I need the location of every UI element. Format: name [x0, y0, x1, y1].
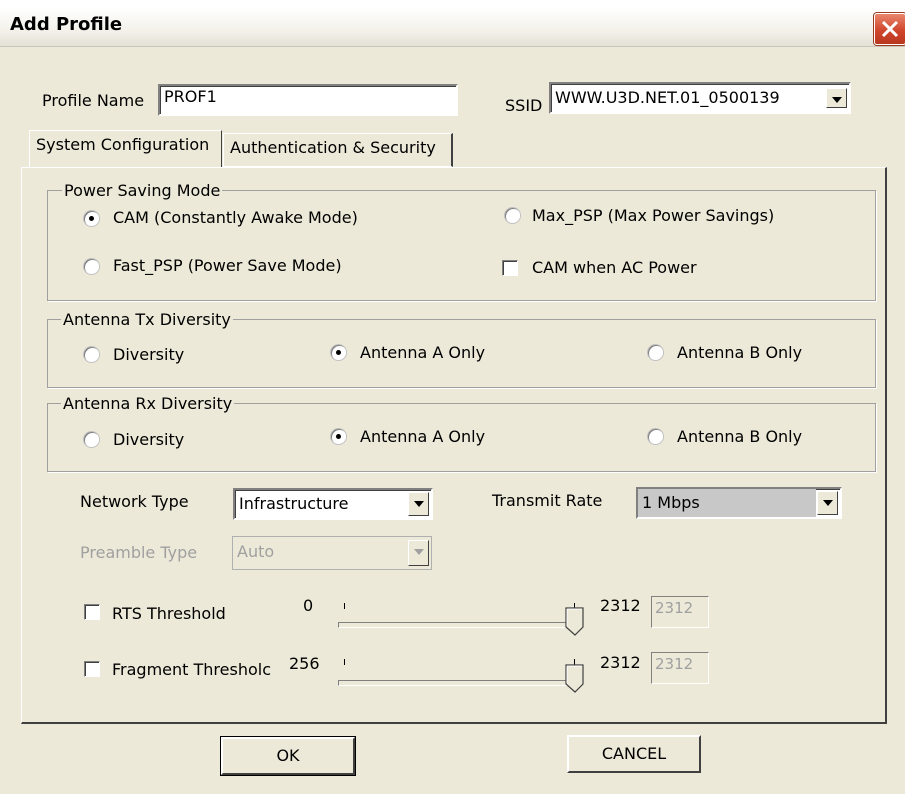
cancel-button[interactable]: CANCEL — [567, 735, 701, 773]
rx-diversity-legend: Antenna Rx Diversity — [61, 394, 235, 413]
cam-ac-power-label: CAM when AC Power — [532, 258, 697, 277]
rx-radio-diversity[interactable] — [84, 432, 99, 447]
fragment-threshold-label: Fragment Thresholc — [112, 660, 271, 679]
rts-max-label: 2312 — [600, 596, 641, 615]
fragment-threshold-checkbox[interactable] — [84, 661, 100, 677]
tx-antenna-a-label: Antenna A Only — [360, 343, 486, 362]
rts-threshold-checkbox[interactable] — [84, 604, 100, 620]
rts-value-field: 2312 — [651, 596, 709, 628]
close-button[interactable] — [874, 13, 905, 45]
radio-cam-label: CAM (Constantly Awake Mode) — [113, 208, 358, 227]
close-icon — [881, 20, 899, 38]
power-saving-legend: Power Saving Mode — [62, 181, 223, 200]
tab-authentication-security[interactable]: Authentication & Security — [223, 133, 453, 167]
tx-radio-diversity[interactable] — [84, 347, 99, 362]
transmit-rate-value: 1 Mbps — [642, 493, 700, 512]
rts-threshold-label: RTS Threshold — [112, 604, 226, 623]
profile-name-label: Profile Name — [42, 91, 145, 110]
fragment-max-label: 2312 — [600, 653, 641, 672]
network-type-value: Infrastructure — [239, 494, 349, 513]
profile-name-input[interactable]: PROF1 — [158, 84, 458, 116]
rx-antenna-a-label: Antenna A Only — [360, 427, 486, 446]
preamble-type-dropdown-arrow-icon — [408, 540, 429, 566]
ssid-value: WWW.U3D.NET.01_0500139 — [555, 88, 780, 107]
tx-radio-antenna-b[interactable] — [648, 345, 663, 360]
fragment-min-label: 256 — [289, 654, 320, 673]
rx-radio-antenna-a[interactable] — [331, 429, 346, 444]
radio-cam[interactable] — [84, 211, 99, 226]
transmit-rate-label: Transmit Rate — [492, 491, 603, 510]
fragment-value: 2312 — [655, 655, 694, 673]
rts-slider-thumb-icon[interactable] — [565, 607, 585, 637]
tx-radio-antenna-a[interactable] — [331, 345, 346, 360]
transmit-rate-dropdown-arrow-icon[interactable] — [817, 491, 838, 515]
ok-button-label: OK — [276, 746, 300, 765]
fragment-slider-track[interactable] — [338, 680, 576, 686]
preamble-type-value: Auto — [237, 542, 275, 561]
rts-tick-start — [344, 603, 345, 609]
ssid-label: SSID — [505, 96, 543, 115]
transmit-rate-select[interactable]: 1 Mbps — [636, 487, 842, 519]
fragment-tick-start — [344, 659, 345, 665]
tab-system-configuration[interactable]: System Configuration — [29, 130, 222, 168]
radio-fast-psp[interactable] — [84, 259, 99, 274]
rts-min-label: 0 — [303, 596, 314, 615]
rx-radio-antenna-b[interactable] — [648, 429, 663, 444]
tab-label: Authentication & Security — [230, 138, 436, 157]
rx-diversity-label: Diversity — [113, 430, 185, 449]
radio-fast-psp-label: Fast_PSP (Power Save Mode) — [113, 256, 342, 275]
tx-diversity-label: Diversity — [113, 345, 185, 364]
rts-value: 2312 — [655, 599, 694, 617]
network-type-select[interactable]: Infrastructure — [233, 488, 433, 520]
radio-max-psp[interactable] — [505, 208, 520, 223]
ssid-dropdown-arrow-icon[interactable] — [826, 88, 847, 108]
radio-max-psp-label: Max_PSP (Max Power Savings) — [532, 206, 775, 225]
profile-name-value: PROF1 — [164, 87, 217, 106]
network-type-dropdown-arrow-icon[interactable] — [408, 492, 429, 516]
preamble-type-select: Auto — [232, 536, 432, 570]
tab-label: System Configuration — [36, 135, 210, 154]
rts-slider-track[interactable] — [338, 622, 576, 628]
title-bar: Add Profile — [0, 8, 905, 47]
window-title: Add Profile — [10, 14, 123, 35]
rx-antenna-b-label: Antenna B Only — [677, 427, 803, 446]
cancel-button-label: CANCEL — [601, 744, 667, 763]
network-type-label: Network Type — [80, 492, 189, 511]
preamble-type-label: Preamble Type — [80, 543, 198, 562]
tx-diversity-legend: Antenna Tx Diversity — [61, 310, 233, 329]
cam-ac-power-checkbox[interactable] — [502, 260, 518, 276]
fragment-slider-thumb-icon[interactable] — [565, 664, 585, 694]
tx-antenna-b-label: Antenna B Only — [677, 343, 803, 362]
ok-button[interactable]: OK — [220, 736, 356, 776]
fragment-value-field: 2312 — [651, 652, 709, 684]
ssid-select[interactable]: WWW.U3D.NET.01_0500139 — [549, 82, 851, 114]
